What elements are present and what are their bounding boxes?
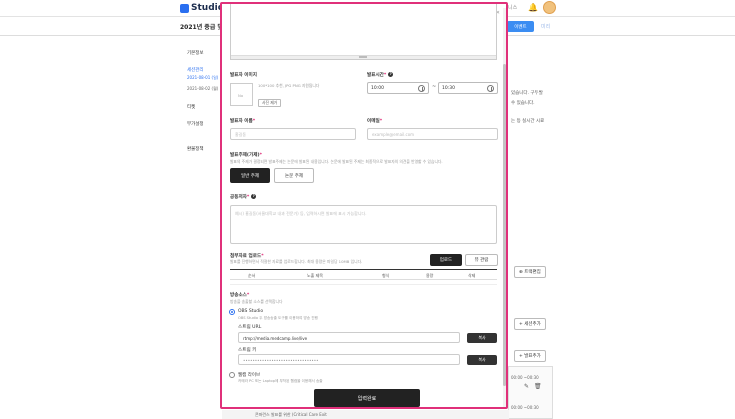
track-edit-button[interactable]: ⊕ 트랙편집 xyxy=(514,266,546,278)
trash-icon[interactable]: 🗑 xyxy=(534,383,542,390)
webcam-desc: 카메라 PC 또는 Laptop에 부착된 웹캠을 이용해서 송출 xyxy=(238,379,323,383)
stream-url-label: 스트림 URL xyxy=(238,325,262,330)
general-topic-button[interactable]: 일반 주제 xyxy=(230,168,270,183)
add-session-button[interactable]: + 세션추가 xyxy=(514,318,546,330)
stream-url-input[interactable]: rtmp://media.medcamp.live/live xyxy=(238,332,460,343)
coauthor-textarea[interactable]: 예시) 홍길동(서울대학교 내과 전문가) 등, 입력하시면 발표에 표시 가능… xyxy=(230,205,497,244)
photo-hint: 100*100 추천, JPG PNG 지원됩니다 xyxy=(258,83,320,88)
photo-placeholder[interactable]: No xyxy=(230,83,253,106)
copy-key-button[interactable]: 복사 xyxy=(467,355,497,365)
obs-desc: OBS Studio 두 방송송출 도구를 이용하여 방송 진행 xyxy=(238,316,318,320)
bg-text-1: 있습니다. 구두발 xyxy=(511,91,543,96)
file-hint: 발표를 진행하면서 적절한 자료를 업로드합니다. 최대 용량은 파일당 10M… xyxy=(230,259,363,264)
email-label-text: 이메일 xyxy=(367,119,380,124)
stream-key-label: 스트림 키 xyxy=(238,348,257,353)
broadcast-label-text: 방송소스 xyxy=(230,293,247,298)
coauthor-label-text: 공동저자 xyxy=(230,195,247,200)
col-format: 형식 xyxy=(382,273,390,278)
session-time-1: 00:00 ~00:30 xyxy=(511,375,539,380)
sidebar-item-ticket[interactable]: 티켓 xyxy=(187,104,195,110)
topic-hint: 발표의 주제가 결정되면 발표주제는 논문에 발표된 내용입니다. 논문에 발표… xyxy=(230,159,443,164)
webcam-label: 웹캠 라이브 xyxy=(238,373,261,378)
start-time-value: 10:00 xyxy=(371,86,384,91)
end-time-input[interactable]: 10:30 xyxy=(438,82,498,94)
grip-icon xyxy=(359,56,367,58)
header-right-text: 니스 xyxy=(508,5,518,11)
event-button[interactable]: 이벤트 xyxy=(507,21,534,32)
pencil-icon[interactable]: ✎ xyxy=(524,383,529,390)
email-input[interactable]: example@email.com xyxy=(367,128,498,140)
col-delete: 삭제 xyxy=(468,273,476,278)
email-placeholder: example@email.com xyxy=(372,132,415,137)
obs-label: OBS Studio xyxy=(238,309,264,314)
upload-button[interactable]: 업로드 xyxy=(430,254,462,266)
name-input[interactable]: 홍길동 xyxy=(230,128,356,140)
time-label: 발표시간*? xyxy=(367,72,394,78)
webcam-radio[interactable] xyxy=(229,372,235,378)
sidebar-item-extra[interactable]: 부가설정 xyxy=(187,121,204,127)
time-label-text: 발표시간 xyxy=(367,73,384,78)
event-title: 2021년 중급 및 xyxy=(180,24,223,31)
sidebar-item-refund[interactable]: 환불정책 xyxy=(187,146,204,152)
help-icon[interactable]: ? xyxy=(388,72,394,77)
clock-icon xyxy=(487,85,494,92)
session-time-2: 00:00 ~00:30 xyxy=(511,405,539,410)
col-title: 노출 제목 xyxy=(307,273,323,278)
clock-icon xyxy=(418,85,425,92)
copy-url-button[interactable]: 복사 xyxy=(467,333,497,343)
bell-icon[interactable]: 🔔 xyxy=(528,3,538,12)
delete-photo-button[interactable]: 사진 제거 xyxy=(258,99,282,107)
bg-text-3: 는 등 실시간 시료 xyxy=(511,119,545,124)
start-time-input[interactable]: 10:00 xyxy=(367,82,429,94)
file-table-header: 순서 노출 제목 형식 용량 삭제 xyxy=(230,269,497,280)
photo-label: 발표자 이미지 xyxy=(230,73,257,78)
obs-radio[interactable] xyxy=(229,309,235,315)
sidebar-item-session[interactable]: 세션관리 xyxy=(187,67,204,73)
scrollbar-thumb[interactable] xyxy=(503,64,506,386)
sidebar-item-day2[interactable]: 2021-08-02 (월) xyxy=(187,86,218,92)
stream-key-input[interactable]: •••••••••••••••••••••••••••••••• xyxy=(238,354,474,365)
broadcast-label: 방송소스* xyxy=(230,293,250,298)
bottom-strip-text: 콘퍼런스 발표를 위한 (Critical Care Exit xyxy=(255,412,327,417)
description-editor[interactable] xyxy=(230,4,497,60)
submit-button[interactable]: 입력완료 xyxy=(314,389,420,407)
stream-url-value: rtmp://media.medcamp.live/live xyxy=(243,335,308,341)
topic-label: 발표주제(가제)* xyxy=(230,153,262,158)
broadcast-hint: 방송을 송출할 소스를 선택합니다 xyxy=(230,299,283,304)
name-label-text: 발표자 이름 xyxy=(230,119,253,124)
app-name: Studio xyxy=(191,3,224,13)
col-size: 용량 xyxy=(426,273,434,278)
bg-text-2: 수 있습니다. xyxy=(511,101,535,106)
resize-handle[interactable] xyxy=(231,55,496,59)
topic-label-text: 발표주제(가제) xyxy=(230,153,260,158)
end-time-value: 10:30 xyxy=(442,86,455,91)
email-label: 이메일* xyxy=(367,119,383,124)
logo-icon xyxy=(180,3,189,13)
view-button[interactable]: 뷰 관람 xyxy=(465,254,498,266)
photo-placeholder-text: No xyxy=(238,93,244,98)
coauthor-label: 공동저자*? xyxy=(230,194,257,200)
name-placeholder: 홍길동 xyxy=(235,132,247,137)
session-list xyxy=(508,366,553,419)
app-logo[interactable]: Studio xyxy=(180,3,224,13)
avatar[interactable] xyxy=(543,1,556,14)
paper-topic-button[interactable]: 논문 주제 xyxy=(274,168,314,183)
coauthor-placeholder: 예시) 홍길동(서울대학교 내과 전문가) 등, 입력하시면 발표에 표시 가능… xyxy=(235,211,367,216)
add-talk-button[interactable]: + 발표추가 xyxy=(514,350,546,362)
time-separator: ~ xyxy=(432,84,437,90)
sidebar-item-basic-info[interactable]: 기본정보 xyxy=(187,50,204,56)
talk-edit-modal: ✕ 발표자 이미지 No 100*100 추천, JPG PNG 지원됩니다 사… xyxy=(220,2,508,409)
preview-link[interactable]: 미리 xyxy=(541,23,550,30)
file-table-body xyxy=(230,280,497,285)
name-label: 발표자 이름* xyxy=(230,119,256,124)
help-icon[interactable]: ? xyxy=(251,194,257,199)
sidebar-item-day1[interactable]: 2021-08-01 (일) xyxy=(187,75,218,81)
stream-key-value: •••••••••••••••••••••••••••••••• xyxy=(243,357,319,363)
col-order: 순서 xyxy=(248,273,256,278)
